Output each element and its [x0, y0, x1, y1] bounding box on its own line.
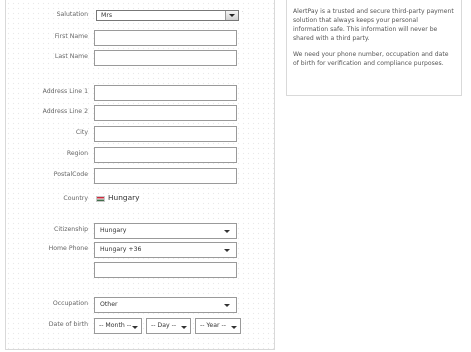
salutation-row: Salutation Mrs ·: [6, 9, 276, 26]
home-phone-row: Home Phone Hungary +36: [6, 242, 276, 258]
region-input[interactable]: [94, 147, 237, 163]
address-line-2-input[interactable]: [94, 105, 237, 121]
first-name-row: First Name: [6, 30, 276, 46]
occupation-label: Occupation: [52, 300, 88, 307]
occupation-value: Other: [100, 301, 118, 308]
last-name-row: Last Name: [6, 50, 276, 66]
city-label: City: [75, 129, 88, 136]
info-paragraph-security: AlertPay is a trusted and secure third-p…: [293, 8, 454, 42]
occupation-select[interactable]: Other: [94, 297, 237, 313]
info-panel: AlertPay is a trusted and secure third-p…: [286, 0, 462, 96]
salutation-label: Salutation: [56, 11, 88, 18]
registration-form: Salutation Mrs · First Name Last Name Ad…: [5, 0, 275, 350]
phone-country-code-select[interactable]: Hungary +36: [94, 242, 237, 258]
citizenship-row: Citizenship Hungary: [6, 223, 276, 239]
salutation-dropdown-button[interactable]: [225, 11, 238, 20]
chevron-down-icon: [224, 230, 230, 233]
info-paragraph-verification: We need your phone number, occupation an…: [293, 51, 449, 67]
birth-day-value: -- Day --: [151, 322, 177, 329]
salutation-value: Mrs: [101, 12, 113, 19]
field-marker: ·: [242, 9, 244, 15]
phone-country-code-value: Hungary +36: [100, 246, 142, 253]
region-row: Region: [6, 147, 276, 163]
citizenship-label: Citizenship: [54, 226, 88, 233]
chevron-down-icon: [132, 326, 138, 329]
chevron-down-icon: [231, 326, 237, 329]
citizenship-select[interactable]: Hungary: [94, 223, 237, 239]
city-row: City: [6, 126, 276, 142]
address-line-1-label: Address Line 1: [42, 88, 88, 95]
occupation-row: Occupation Other: [6, 297, 276, 313]
city-input[interactable]: [94, 126, 237, 142]
postal-code-row: PostalCode: [6, 168, 276, 184]
country-value: Hungary: [108, 193, 140, 202]
birth-day-select[interactable]: -- Day --: [146, 318, 191, 334]
first-name-input[interactable]: [94, 30, 237, 46]
country-row: Country Hungary: [6, 192, 276, 208]
address-line-2-row: Address Line 2: [6, 105, 276, 121]
postal-code-label: PostalCode: [53, 171, 88, 178]
address-line-2-label: Address Line 2: [42, 108, 88, 115]
home-phone-number-input[interactable]: [94, 262, 237, 278]
birth-month-select[interactable]: -- Month --: [94, 318, 142, 334]
hungary-flag-icon: [96, 196, 105, 202]
address-line-1-input[interactable]: [94, 85, 237, 101]
first-name-label: First Name: [54, 33, 88, 40]
last-name-label: Last Name: [54, 53, 88, 60]
chevron-down-icon: [224, 304, 230, 307]
last-name-input[interactable]: [94, 50, 237, 66]
chevron-down-icon: [224, 249, 230, 252]
birth-year-select[interactable]: -- Year --: [195, 318, 241, 334]
birth-month-value: -- Month --: [99, 322, 132, 329]
address-line-1-row: Address Line 1: [6, 85, 276, 101]
date-of-birth-row: Date of birth -- Month -- -- Day -- -- Y…: [6, 318, 276, 334]
postal-code-input[interactable]: [94, 168, 237, 184]
home-phone-number-row: [6, 262, 276, 278]
date-of-birth-label: Date of birth: [48, 321, 88, 328]
salutation-select[interactable]: Mrs: [96, 10, 239, 21]
home-phone-label: Home Phone: [48, 245, 88, 252]
birth-year-value: -- Year --: [200, 322, 226, 329]
citizenship-value: Hungary: [100, 227, 127, 234]
chevron-down-icon: [181, 326, 187, 329]
region-label: Region: [66, 150, 88, 157]
chevron-down-icon: [229, 14, 235, 17]
country-label: Country: [63, 195, 88, 202]
